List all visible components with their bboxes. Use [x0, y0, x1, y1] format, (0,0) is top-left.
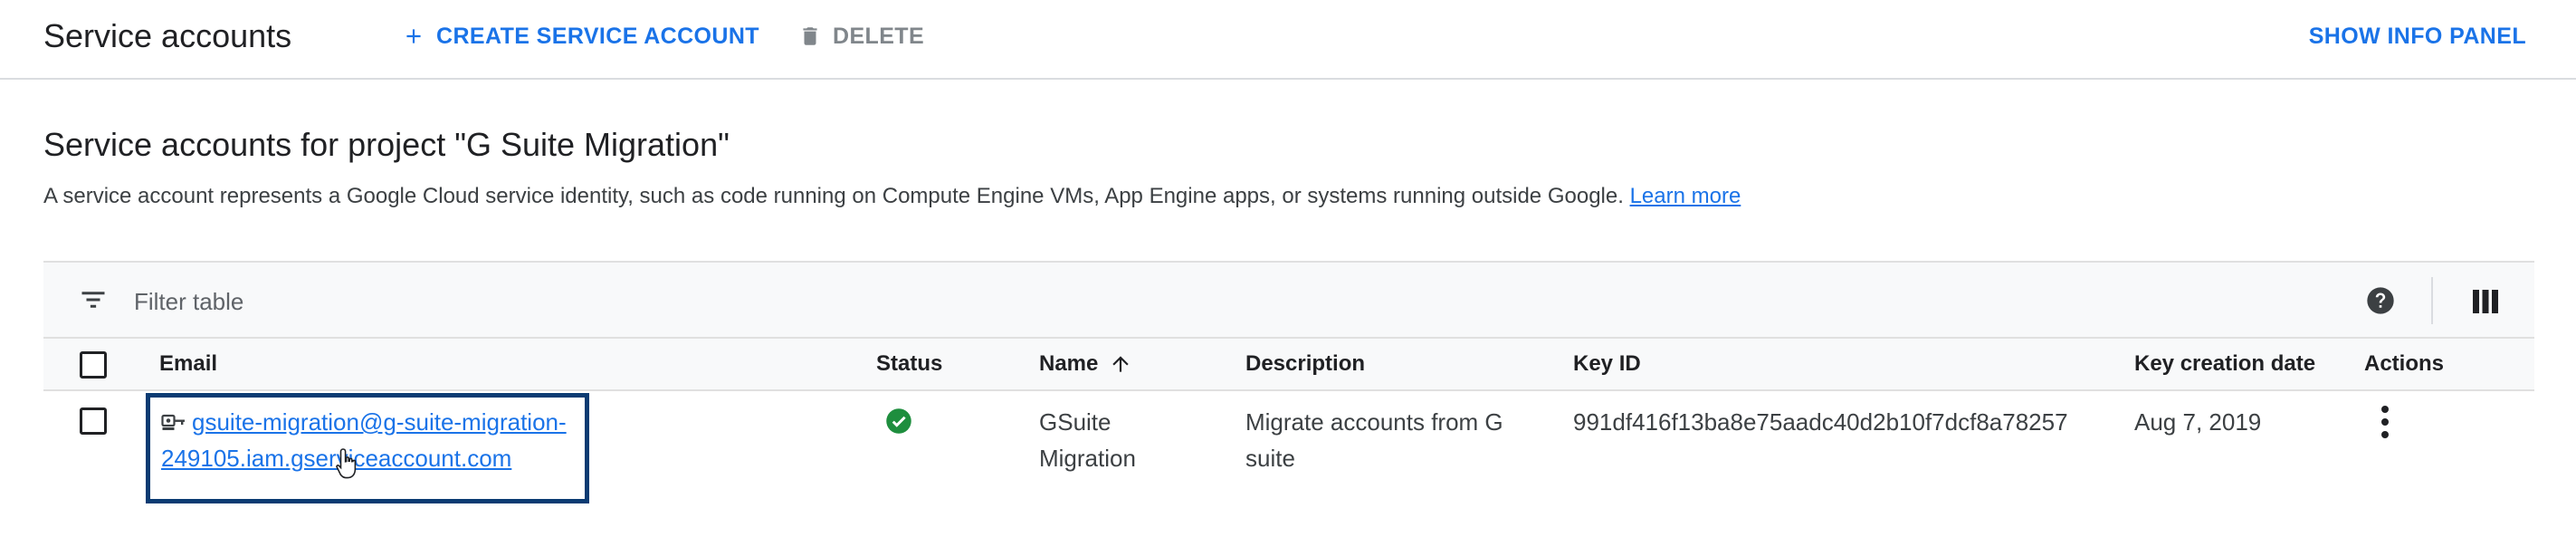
- filter-bar: [43, 263, 2534, 339]
- filter-table-input[interactable]: [132, 281, 1403, 322]
- service-account-email-link[interactable]: gsuite-migration@g-suite-migration-24910…: [161, 404, 577, 476]
- service-account-email: gsuite-migration@g-suite-migration-24910…: [161, 408, 567, 472]
- column-header-status[interactable]: Status: [876, 351, 942, 377]
- filter-icon[interactable]: [80, 288, 107, 312]
- column-header-key-id[interactable]: Key ID: [1573, 351, 1641, 377]
- column-header-name-label: Name: [1039, 351, 1099, 376]
- column-header-email[interactable]: Email: [159, 351, 217, 377]
- column-header-description[interactable]: Description: [1245, 351, 1365, 377]
- section-title: Service accounts for project "G Suite Mi…: [43, 126, 730, 163]
- description-text: A service account represents a Google Cl…: [43, 184, 1624, 208]
- section-description: A service account represents a Google Cl…: [43, 181, 1741, 212]
- delete-button[interactable]: DELETE: [798, 18, 924, 54]
- column-header-key-creation-date[interactable]: Key creation date: [2134, 351, 2315, 377]
- show-info-panel-button[interactable]: SHOW INFO PANEL: [2309, 18, 2526, 54]
- trash-icon: [803, 27, 817, 45]
- page-title: Service accounts: [43, 17, 292, 54]
- service-accounts-table: Email Status Name Description Key ID Key…: [43, 261, 2534, 503]
- learn-more-link[interactable]: Learn more: [1630, 184, 1741, 208]
- row-checkbox[interactable]: [80, 407, 107, 435]
- top-toolbar: Service accounts CREATE SERVICE ACCOUNT …: [0, 0, 2576, 80]
- table-header-row: Email Status Name Description Key ID Key…: [43, 339, 2534, 391]
- column-header-actions: Actions: [2364, 351, 2445, 376]
- check-circle-icon: [886, 408, 911, 434]
- service-account-name: GSuite Migration: [1039, 408, 1136, 472]
- create-service-account-label: CREATE SERVICE ACCOUNT: [436, 23, 759, 49]
- filter-divider: [2431, 277, 2433, 324]
- select-all-checkbox[interactable]: [80, 351, 107, 379]
- service-account-description: Migrate accounts from G suite: [1245, 408, 1503, 472]
- service-account-key-creation-date: Aug 7, 2019: [2134, 408, 2262, 436]
- arrow-up-icon: [1112, 356, 1130, 372]
- more-vert-icon[interactable]: [2379, 404, 2391, 440]
- column-header-name[interactable]: Name: [1039, 351, 1132, 377]
- service-account-key-icon: [161, 414, 185, 430]
- service-account-key-id: 991df416f13ba8e75aadc40d2b10f7dcf8a78257: [1573, 408, 2068, 436]
- column-display-icon[interactable]: [2473, 290, 2498, 313]
- create-service-account-button[interactable]: CREATE SERVICE ACCOUNT: [402, 18, 759, 54]
- help-icon[interactable]: [2366, 286, 2395, 315]
- delete-label: DELETE: [833, 23, 925, 49]
- table-row: gsuite-migration@g-suite-migration-24910…: [43, 391, 2534, 503]
- plus-icon: [406, 29, 421, 43]
